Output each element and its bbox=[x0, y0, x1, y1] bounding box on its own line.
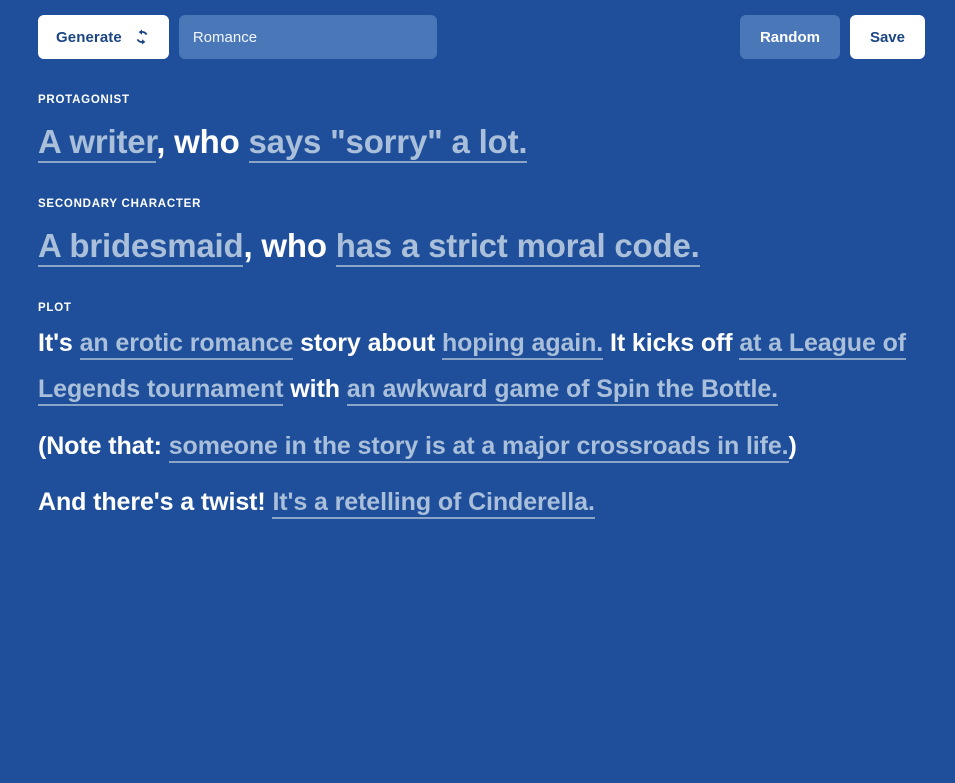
generate-button[interactable]: Generate bbox=[38, 15, 169, 59]
plot-text-note-close: ) bbox=[788, 431, 797, 460]
story-content: PROTAGONIST A writer, who says "sorry" a… bbox=[0, 64, 955, 525]
secondary-noun: bridesmaid bbox=[69, 227, 244, 265]
protagonist-line: A writer, who says "sorry" a lot. bbox=[38, 112, 917, 172]
protagonist-noun: writer bbox=[69, 123, 157, 160]
plot-text-twist-intro: And there's a twist! bbox=[38, 487, 273, 516]
plot-text-note-open: (Note that: bbox=[38, 431, 169, 460]
plot-note-slot[interactable]: someone in the story is at a major cross… bbox=[168, 431, 789, 463]
plot-label: PLOT bbox=[38, 302, 72, 315]
secondary-connector: , who bbox=[243, 227, 336, 265]
secondary-line: A bridesmaid, who has a strict moral cod… bbox=[38, 216, 917, 276]
protagonist-trait-slot[interactable]: says "sorry" a lot. bbox=[248, 123, 528, 163]
plot-text-with: with bbox=[283, 375, 347, 404]
plot-twist-slot[interactable]: It's a retelling of Cinderella. bbox=[272, 487, 595, 519]
plot-text-story-about: story about bbox=[293, 329, 442, 358]
protagonist-subject-slot[interactable]: A writer bbox=[38, 123, 156, 163]
secondary-article: A bbox=[38, 227, 70, 265]
plot-paragraph-main: It's an erotic romance story about hopin… bbox=[38, 320, 917, 413]
plot-text-its: It's bbox=[38, 329, 80, 358]
plot-text-kicks-off: It kicks off bbox=[603, 329, 740, 358]
section-secondary-character: SECONDARY CHARACTER A bridesmaid, who ha… bbox=[38, 198, 917, 276]
generate-button-label: Generate bbox=[56, 28, 122, 46]
secondary-label: SECONDARY CHARACTER bbox=[38, 198, 202, 211]
plot-genre-slot[interactable]: an erotic romance bbox=[79, 329, 293, 361]
secondary-trait-slot[interactable]: has a strict moral code. bbox=[335, 227, 700, 268]
plot-paragraph-note: (Note that: someone in the story is at a… bbox=[38, 423, 917, 469]
secondary-subject-slot[interactable]: A bridesmaid bbox=[38, 227, 244, 268]
toolbar: Generate Random Save bbox=[0, 0, 955, 64]
save-button[interactable]: Save bbox=[849, 15, 925, 59]
genre-input[interactable] bbox=[178, 15, 437, 59]
refresh-icon bbox=[133, 28, 151, 46]
plot-event-slot[interactable]: an awkward game of Spin the Bottle. bbox=[346, 375, 778, 407]
protagonist-connector: , who bbox=[156, 123, 249, 160]
protagonist-label: PROTAGONIST bbox=[38, 94, 130, 106]
protagonist-article: A bbox=[38, 123, 70, 160]
section-plot: PLOT It's an erotic romance story about … bbox=[38, 302, 917, 525]
plot-theme-slot[interactable]: hoping again. bbox=[441, 329, 603, 361]
random-button[interactable]: Random bbox=[739, 15, 840, 59]
plot-paragraph-twist: And there's a twist! It's a retelling of… bbox=[38, 479, 917, 525]
section-protagonist: PROTAGONIST A writer, who says "sorry" a… bbox=[38, 94, 917, 172]
